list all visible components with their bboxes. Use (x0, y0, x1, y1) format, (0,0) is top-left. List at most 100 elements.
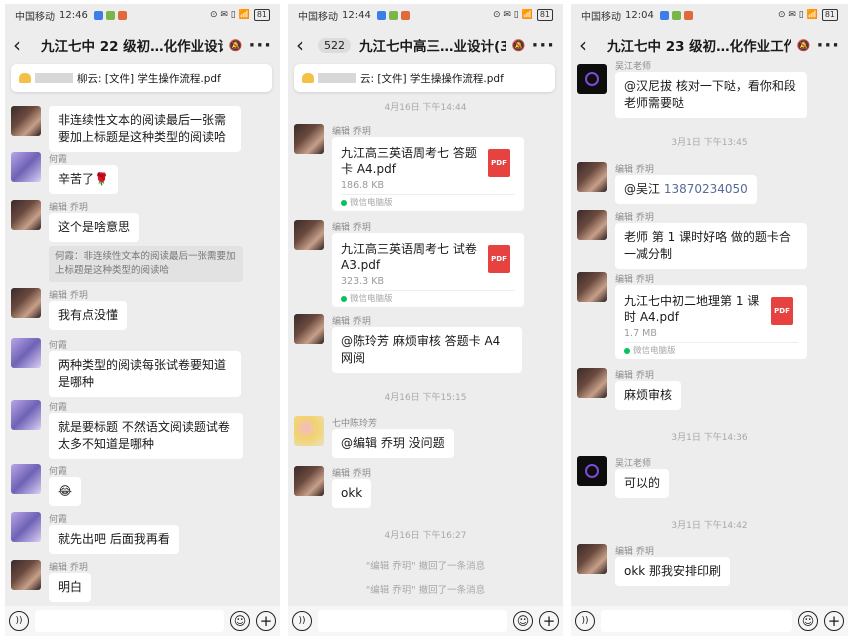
voice-icon[interactable]: )) (9, 611, 29, 631)
avatar[interactable] (577, 64, 607, 94)
voice-icon[interactable]: )) (292, 611, 312, 631)
emoji-icon[interactable]: ☺ (798, 611, 818, 631)
sender-name: 何霞 (49, 341, 68, 351)
avatar[interactable] (577, 210, 607, 240)
avatar[interactable] (577, 368, 607, 398)
sender-name: 编辑 乔玥 (615, 547, 654, 557)
chat-message: 编辑 乔玥 okk (294, 466, 557, 508)
plus-icon[interactable]: + (256, 611, 276, 631)
avatar[interactable] (577, 456, 607, 486)
avatar[interactable] (577, 162, 607, 192)
system-icons: ⊙ ✉ ▯ 📶 81 (778, 9, 838, 21)
file-message: 编辑 乔玥 九江高三英语周考七 试卷 A3.pdf 323.3 KB PDF 微… (294, 220, 557, 312)
chat-message: 何霞 😂 (11, 464, 274, 506)
notification-icons (659, 10, 693, 20)
mute-icon: 🔕 (796, 38, 811, 52)
phone-link[interactable]: 13870234050 (664, 182, 748, 196)
message-bubble[interactable]: 明白 (49, 573, 92, 602)
avatar[interactable] (11, 400, 41, 430)
unread-count-badge[interactable]: 522 (318, 37, 351, 53)
sender-name: 编辑 乔玥 (615, 275, 654, 285)
avatar[interactable] (11, 338, 41, 368)
avatar[interactable] (294, 416, 324, 446)
message-bubble[interactable]: 就是要标题 不然语文阅读题试卷太多不知道是哪种 (49, 413, 243, 459)
quoted-text[interactable]: 何霞：非连续性文本的阅读最后一张需要加上标题是这种类型的阅读哈 (49, 246, 243, 282)
message-bubble[interactable]: @陈玲芳 麻烦审核 答题卡 A4 网阅 (332, 327, 522, 373)
avatar[interactable] (11, 560, 41, 590)
emoji-icon[interactable]: ☺ (230, 611, 250, 631)
status-bar: 中国移动 12:44 ⊙ ✉ ▯ 📶 81 (288, 4, 563, 26)
chat-message: 何霞 两种类型的阅读每张试卷要知道是哪种 (11, 338, 274, 397)
battery-icon: 81 (253, 9, 270, 21)
file-card[interactable]: 九江七中初二地理第 1 课时 A4.pdf 1.7 MB PDF 微信电脑版 (615, 285, 807, 359)
message-input[interactable] (35, 610, 224, 632)
emoji-icon[interactable]: ☺ (513, 611, 533, 631)
plus-icon[interactable]: + (539, 611, 559, 631)
status-bar: 中国移动 12:46 ⊙ ✉ ▯ 📶 81 (5, 4, 280, 26)
chat-message: 编辑 乔玥 我有点没懂 (11, 288, 274, 330)
timestamp: 3月1日 下午13:45 (671, 138, 748, 148)
file-card[interactable]: 九江高三英语周考七 答题卡 A4.pdf 186.8 KB PDF 微信电脑版 (332, 137, 524, 211)
avatar[interactable] (294, 220, 324, 250)
avatar[interactable] (294, 124, 324, 154)
chat-message: 编辑 乔玥 okk 那我安排印刷 (577, 544, 842, 588)
message-bubble[interactable]: @吴江 13870234050 (615, 175, 757, 204)
message-bubble[interactable]: 😂 (49, 477, 82, 506)
file-source: 微信电脑版 (341, 290, 515, 307)
file-card[interactable]: 九江高三英语周考七 试卷 A3.pdf 323.3 KB PDF 微信电脑版 (332, 233, 524, 307)
sender-name: 编辑 乔玥 (332, 317, 371, 327)
avatar[interactable] (294, 314, 324, 344)
sender-name: 吴江老师 (615, 62, 652, 72)
chat-message: 七中陈玲芳 @编辑 乔玥 没问题 (294, 416, 557, 460)
message-bubble[interactable]: 这个是啥意思 (49, 213, 140, 242)
message-bubble[interactable]: @编辑 乔玥 没问题 (332, 429, 454, 458)
message-bubble[interactable]: 可以的 (615, 469, 670, 498)
more-icon[interactable]: ··· (248, 35, 272, 56)
avatar[interactable] (11, 512, 41, 542)
back-icon[interactable]: ‹ (13, 35, 33, 55)
message-input[interactable] (601, 610, 792, 632)
chat-message: 编辑 乔玥 老师 第 1 课时好咯 做的题卡合一减分制 (577, 210, 842, 269)
message-bubble[interactable]: okk 那我安排印刷 (615, 557, 731, 586)
avatar[interactable] (577, 544, 607, 574)
chat-header: ‹ 九江七中 22 级初…化作业设计(37) 🔕 ··· (5, 26, 280, 64)
message-bubble[interactable]: 我有点没懂 (49, 301, 128, 330)
more-icon[interactable]: ··· (531, 35, 555, 56)
carrier: 中国移动 (298, 11, 338, 23)
pinned-message[interactable]: 云: [文件] 学生操操作流程.pdf (294, 64, 555, 92)
message-input[interactable] (318, 610, 507, 632)
chat-message: 吴江老师 可以的 (577, 456, 842, 498)
back-icon[interactable]: ‹ (579, 35, 599, 55)
message-bubble[interactable]: 非连续性文本的阅读最后一张需要加上标题是这种类型的阅读哈 (49, 106, 241, 152)
file-message: 编辑 乔玥 九江七中初二地理第 1 课时 A4.pdf 1.7 MB PDF 微… (577, 272, 842, 364)
message-bubble[interactable]: 辛苦了🌹 (49, 165, 118, 194)
avatar[interactable] (294, 466, 324, 496)
chat-message: 编辑 乔玥 明白 (11, 560, 274, 602)
message-bubble[interactable]: okk (332, 479, 372, 508)
pinned-message[interactable]: 柳云: [文件] 学生操作流程.pdf (11, 64, 272, 92)
message-bubble[interactable]: 两种类型的阅读每张试卷要知道是哪种 (49, 351, 241, 397)
voice-icon[interactable]: )) (575, 611, 595, 631)
message-bubble[interactable]: @汉尼拔 核对一下哒，看你和段老师需要哒 (615, 72, 807, 118)
avatar[interactable] (11, 288, 41, 318)
message-bubble[interactable]: 麻烦审核 (615, 381, 682, 410)
mute-icon: 🔕 (228, 38, 243, 52)
message-bubble[interactable]: 老师 第 1 课时好咯 做的题卡合一减分制 (615, 223, 807, 269)
chat-message: 吴江老师 @汉尼拔 核对一下哒，看你和段老师需要哒 (577, 60, 842, 120)
message-bubble[interactable]: 就先出吧 后面我再看 (49, 525, 179, 554)
avatar[interactable] (577, 272, 607, 302)
avatar[interactable] (11, 200, 41, 230)
input-bar: )) ☺ + (5, 606, 280, 636)
more-icon[interactable]: ··· (816, 35, 840, 56)
plus-icon[interactable]: + (824, 611, 844, 631)
battery-icon: 81 (536, 9, 553, 21)
avatar[interactable] (11, 106, 41, 136)
avatar[interactable] (11, 464, 41, 494)
back-icon[interactable]: ‹ (296, 35, 316, 55)
sender-name: 何霞 (49, 403, 68, 413)
chat-title: 九江七中 22 级初…化作业设计(37) (41, 39, 223, 55)
battery-icon: 81 (821, 9, 838, 21)
chat-header: ‹ 522 九江七中高三…业设计(34) 🔕 ··· (288, 26, 563, 64)
notification-icons (93, 10, 127, 20)
avatar[interactable] (11, 152, 41, 182)
